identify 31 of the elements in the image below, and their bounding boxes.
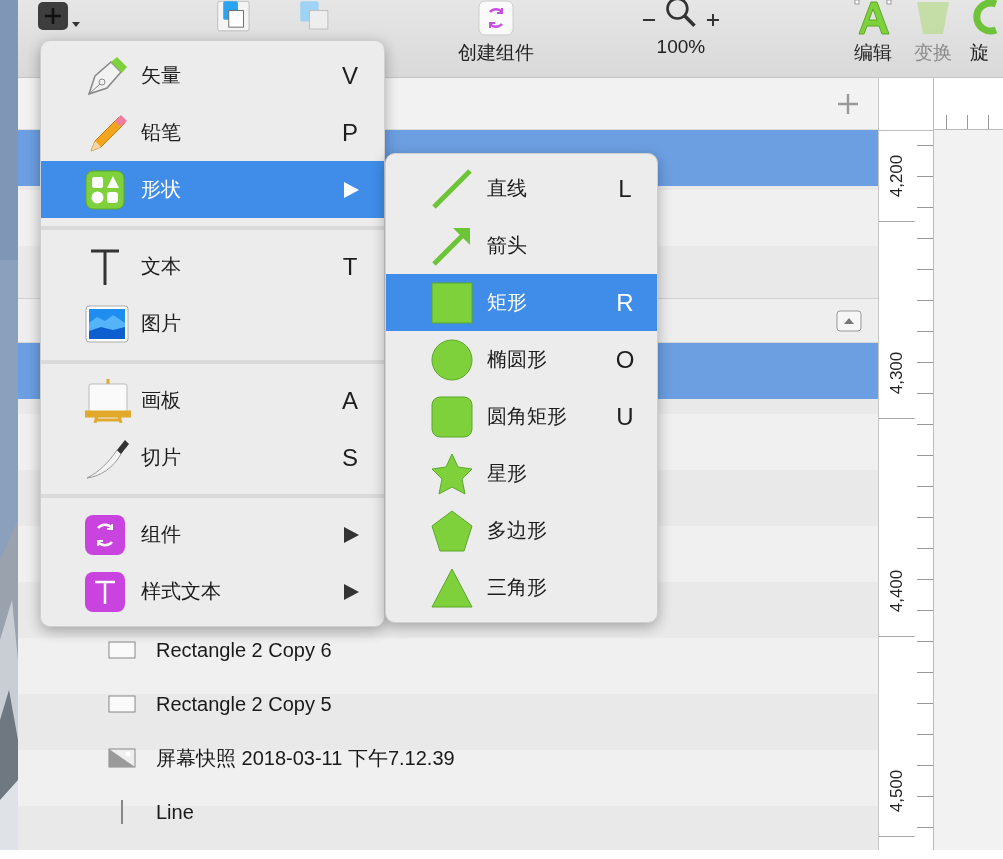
ruler-label: 4,200	[887, 154, 907, 198]
edit-button[interactable]: 编辑	[849, 0, 896, 66]
layer-name: 屏幕快照 2018-03-11 下午7.12.39	[156, 745, 455, 771]
menu-item[interactable]: 铅笔 P	[41, 104, 384, 161]
menu-item[interactable]: 直线 L	[386, 160, 657, 217]
ruler-label: 4,500	[887, 769, 907, 813]
ruler-label: 4,300	[887, 351, 907, 395]
menu-item[interactable]: 三角形	[386, 559, 657, 616]
menu-item[interactable]: 圆角矩形 U	[386, 388, 657, 445]
layer-row[interactable]: 屏幕快照 2018-03-11 下午7.12.39	[18, 731, 878, 785]
menu-item[interactable]: 星形	[386, 445, 657, 502]
menu-item[interactable]: 文本 T	[41, 238, 384, 295]
zoom-level: 100%	[656, 36, 706, 58]
menu-item[interactable]: 切片 S	[41, 429, 384, 486]
ruler-label: 4,400	[887, 569, 907, 613]
rotate-button[interactable]: 旋	[969, 0, 1003, 66]
layer-name: Line	[156, 800, 194, 824]
menu-item[interactable]: 图片	[41, 295, 384, 352]
menu-item[interactable]: 箭头	[386, 217, 657, 274]
layer-name: Rectangle 2 Copy 5	[156, 692, 332, 716]
menu-item[interactable]: 组件	[41, 506, 384, 563]
menu-item[interactable]: 画板 A	[41, 372, 384, 429]
menu-item[interactable]: 椭圆形 O	[386, 331, 657, 388]
layer-name: Rectangle 2 Copy 6	[156, 638, 332, 662]
menu-item[interactable]: 多边形	[386, 502, 657, 559]
menu-item[interactable]: 矢量 V	[41, 47, 384, 104]
layer-row[interactable]: Line	[18, 785, 878, 839]
component-button[interactable]: 创建组件	[444, 0, 547, 66]
layer-row[interactable]: Rectangle 2 Copy 6	[18, 623, 878, 677]
layer-row[interactable]: Rectangle 2 Copy 5	[18, 677, 878, 731]
menu-item[interactable]: 样式文本	[41, 563, 384, 620]
